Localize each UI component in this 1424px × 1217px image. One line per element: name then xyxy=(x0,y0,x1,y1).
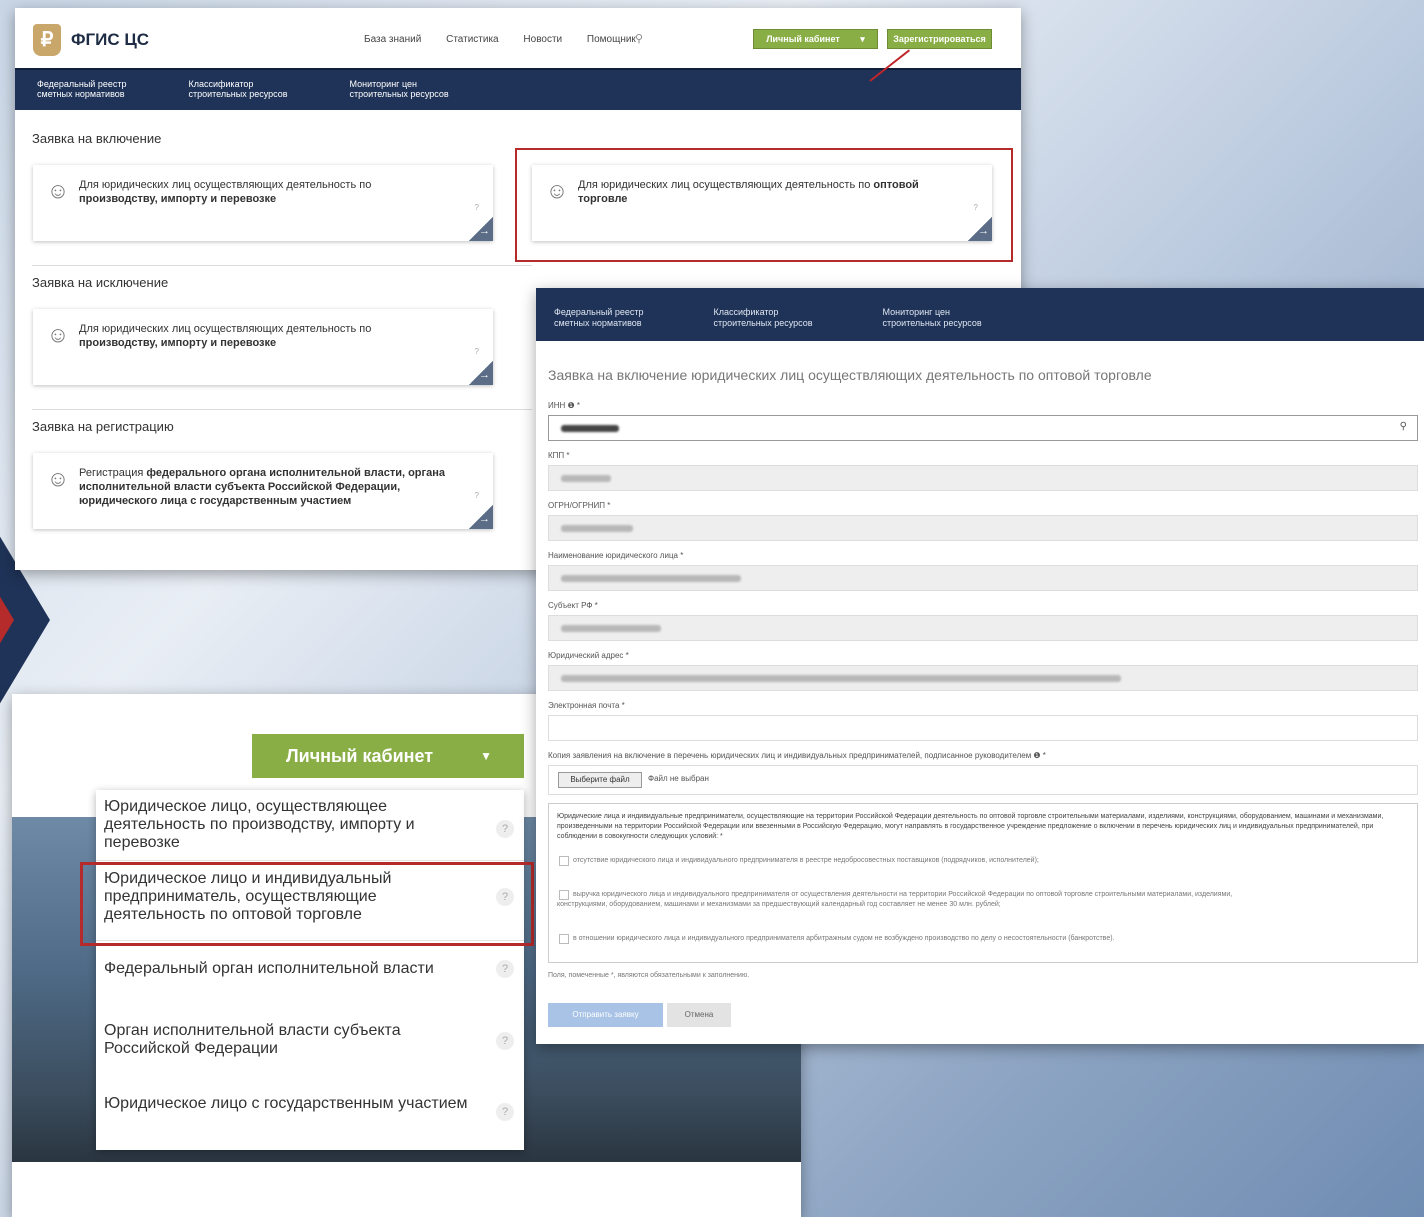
copy-label: Копия заявления на включение в перечень … xyxy=(548,751,1046,760)
menu-item-federal-authority[interactable]: Федеральный орган исполнительной власти xyxy=(104,960,474,978)
email-label: Электронная почта * xyxy=(548,701,625,710)
redacted-value xyxy=(561,675,1121,682)
nav-assistant[interactable]: Помощник xyxy=(587,34,636,45)
help-icon[interactable]: ? xyxy=(496,960,514,978)
help-icon[interactable]: ? xyxy=(496,1103,514,1121)
ogrn-field[interactable] xyxy=(548,515,1418,541)
name-label: Наименование юридического лица * xyxy=(548,551,684,560)
menu-estimate-registry[interactable]: Федеральный реестр сметных нормативов xyxy=(37,70,126,110)
main-menu: Федеральный реестр сметных нормативов Кла… xyxy=(15,68,1021,110)
inn-label: ИНН ❶ * xyxy=(548,401,581,410)
card-inclusion-production[interactable]: ☺ Для юридических лиц осуществляющих дея… xyxy=(33,165,493,241)
arrow-right-icon[interactable]: → xyxy=(469,361,493,385)
redacted-value xyxy=(561,475,611,482)
kpp-label: КПП * xyxy=(548,451,570,460)
search-icon[interactable]: ⚲ xyxy=(1400,421,1407,432)
site-brand[interactable]: ФГИС ЦС xyxy=(71,30,149,50)
section-exclusion-title: Заявка на исключение xyxy=(32,275,169,290)
conditions-intro: Юридические лица и индивидуальные предпр… xyxy=(557,813,1384,840)
subject-field[interactable] xyxy=(548,615,1418,641)
nav-statistics[interactable]: Статистика xyxy=(446,34,499,45)
ogrn-label: ОГРН/ОГРНИП * xyxy=(548,501,611,510)
menu-item-regional-authority[interactable]: Орган исполнительной власти субъекта Рос… xyxy=(104,1022,474,1058)
ruble-logo-icon[interactable]: ₽ xyxy=(33,24,61,56)
conditions-box: Юридические лица и индивидуальные предпр… xyxy=(548,803,1418,963)
nav-knowledge-base[interactable]: База знаний xyxy=(364,34,421,45)
menu-price-monitoring[interactable]: Мониторинг цен строительных ресурсов xyxy=(883,288,982,341)
condition-text-1: отсутствие юридического лица и индивидуа… xyxy=(573,857,1039,864)
subject-label: Субъект РФ * xyxy=(548,601,598,610)
personal-cabinet-label: Личный кабинет xyxy=(286,746,434,766)
condition-text-2: выручка юридического лица и индивидуальн… xyxy=(557,891,1233,908)
help-icon[interactable]: ? xyxy=(475,347,479,356)
help-icon[interactable]: ? xyxy=(475,491,479,500)
chevron-down-icon: ▾ xyxy=(860,34,865,44)
kpp-field[interactable] xyxy=(548,465,1418,491)
person-icon: ☺ xyxy=(46,322,70,347)
person-icon: ☺ xyxy=(46,178,70,203)
top-nav: База знаний Статистика Новости Помощник xyxy=(364,34,658,45)
menu-price-monitoring[interactable]: Мониторинг цен строительных ресурсов xyxy=(350,70,449,110)
menu-resource-classifier[interactable]: Классификатор строительных ресурсов xyxy=(713,288,812,341)
card-exclusion-production[interactable]: ☺ Для юридических лиц осуществляющих дея… xyxy=(33,309,493,385)
arrow-right-icon[interactable]: → xyxy=(469,505,493,529)
menu-resource-classifier[interactable]: Классификатор строительных ресурсов xyxy=(188,70,287,110)
name-field[interactable] xyxy=(548,565,1418,591)
address-label: Юридический адрес * xyxy=(548,651,629,660)
submit-application-button[interactable]: Отправить заявку xyxy=(548,1003,663,1027)
help-icon[interactable]: ? xyxy=(475,203,479,212)
section-registration-title: Заявка на регистрацию xyxy=(32,419,174,434)
chevron-down-icon: ▼ xyxy=(480,749,492,763)
redacted-value xyxy=(561,625,661,632)
redacted-value xyxy=(561,525,633,532)
divider xyxy=(32,409,532,410)
condition-text-3: в отношении юридического лица и индивиду… xyxy=(573,935,1115,942)
email-field[interactable] xyxy=(548,715,1418,741)
register-button[interactable]: Зарегистрироваться xyxy=(887,29,992,49)
inclusion-form-panel: Федеральный реестр сметных нормативов Кла… xyxy=(536,288,1424,1044)
redacted-value xyxy=(561,575,741,582)
arrow-right-icon[interactable]: → xyxy=(469,217,493,241)
help-icon[interactable]: ? xyxy=(496,820,514,838)
menu-item-production[interactable]: Юридическое лицо, осуществляющее деятель… xyxy=(104,798,474,852)
form-menu: Федеральный реестр сметных нормативов Кла… xyxy=(536,288,1424,341)
card-inclusion-wholesale[interactable]: ☺ Для юридических лиц осуществляющих дея… xyxy=(532,165,992,241)
required-note: Поля, помеченные *, являются обязательны… xyxy=(548,972,750,979)
choose-file-button[interactable]: Выберите файл xyxy=(558,772,642,788)
menu-estimate-registry[interactable]: Федеральный реестр сметных нормативов xyxy=(554,288,643,341)
person-icon: ☺ xyxy=(545,178,569,203)
help-icon[interactable]: ? xyxy=(496,1032,514,1050)
help-icon[interactable]: ? xyxy=(974,203,978,212)
search-icon[interactable]: ⚲ xyxy=(635,32,647,45)
card-registration-authority[interactable]: ☺ Регистрация федерального органа исполн… xyxy=(33,453,493,529)
personal-cabinet-button-large[interactable]: Личный кабинет ▼ xyxy=(252,734,524,778)
cabinet-dropdown-menu: Юридическое лицо, осуществляющее деятель… xyxy=(96,790,524,1150)
menu-item-state-participation[interactable]: Юридическое лицо с государственным участ… xyxy=(104,1095,474,1113)
inn-field[interactable]: ⚲ xyxy=(548,415,1418,441)
highlight-box xyxy=(80,862,534,946)
redacted-value xyxy=(561,425,619,432)
personal-cabinet-button[interactable]: Личный кабинет ▾ xyxy=(753,29,878,49)
official-person-icon: ☺ xyxy=(46,466,70,491)
address-field[interactable] xyxy=(548,665,1418,691)
personal-cabinet-label: Личный кабинет xyxy=(766,34,840,44)
divider xyxy=(96,860,524,861)
file-status: Файл не выбран xyxy=(648,774,709,783)
divider xyxy=(32,265,532,266)
arrow-right-icon[interactable]: → xyxy=(968,217,992,241)
section-inclusion-title: Заявка на включение xyxy=(32,131,162,146)
site-header: ₽ ФГИС ЦС База знаний Статистика Новости… xyxy=(15,8,1021,68)
form-title: Заявка на включение юридических лиц осущ… xyxy=(548,367,1152,383)
cancel-button[interactable]: Отмена xyxy=(667,1003,731,1027)
nav-news[interactable]: Новости xyxy=(523,34,562,45)
